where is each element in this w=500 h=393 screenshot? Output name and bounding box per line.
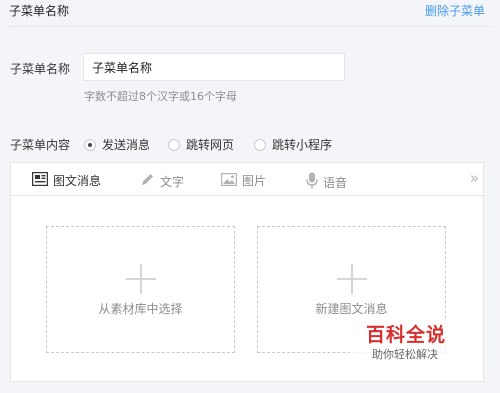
name-field-label: 子菜单名称: [10, 62, 71, 76]
radio-dot-send-message[interactable]: [84, 138, 96, 151]
header-divider: [9, 26, 491, 27]
delete-submenu-link[interactable]: 删除子菜单: [425, 2, 485, 19]
tab-voice-label: 语音: [323, 175, 348, 190]
news-icon: [31, 171, 49, 189]
tab-voice[interactable]: 语音: [306, 172, 347, 192]
double-chevron-right-icon[interactable]: »: [470, 169, 479, 187]
header-title: 子菜单名称: [9, 4, 70, 18]
tab-text-label: 文字: [160, 174, 185, 189]
watermark-main-text: 百科全说: [366, 324, 447, 346]
tab-news-label: 图文消息: [53, 174, 102, 188]
radio-dot-open-webpage[interactable]: [168, 138, 180, 151]
tab-image-label: 图片: [242, 174, 267, 188]
radio-label-open-webpage: 跳转网页: [186, 138, 235, 152]
radio-open-webpage[interactable]: 跳转网页: [168, 136, 234, 153]
tab-image[interactable]: 图片: [220, 172, 267, 189]
name-field-hint: 字数不超过8个汉字或16个字母: [84, 90, 237, 103]
plus-icon: [125, 264, 156, 294]
tab-text[interactable]: 文字: [140, 172, 184, 190]
radio-send-message[interactable]: 发送消息: [84, 136, 150, 153]
radio-dot-open-miniprogram[interactable]: [254, 138, 266, 151]
watermark: 百科全说 助你轻松解决: [350, 318, 482, 370]
submenu-name-input[interactable]: [83, 53, 345, 81]
tab-news[interactable]: 图文消息: [31, 171, 102, 189]
radio-label-open-miniprogram: 跳转小程序: [272, 138, 333, 152]
create-news-message-label: 新建图文消息: [315, 302, 388, 316]
image-icon: [220, 172, 238, 189]
pencil-icon: [140, 172, 155, 190]
watermark-sub-text: 助你轻松解决: [372, 348, 438, 361]
content-label: 子菜单内容: [10, 138, 71, 152]
microphone-icon: [306, 172, 318, 192]
plus-icon: [336, 264, 367, 294]
radio-label-send-message: 发送消息: [102, 138, 151, 152]
radio-open-miniprogram[interactable]: 跳转小程序: [254, 136, 332, 153]
select-from-library-label: 从素材库中选择: [98, 302, 183, 316]
select-from-library-card[interactable]: 从素材库中选择: [46, 226, 235, 353]
editor-tab-bar: 图文消息 文字 图片 语音 »: [11, 163, 483, 196]
